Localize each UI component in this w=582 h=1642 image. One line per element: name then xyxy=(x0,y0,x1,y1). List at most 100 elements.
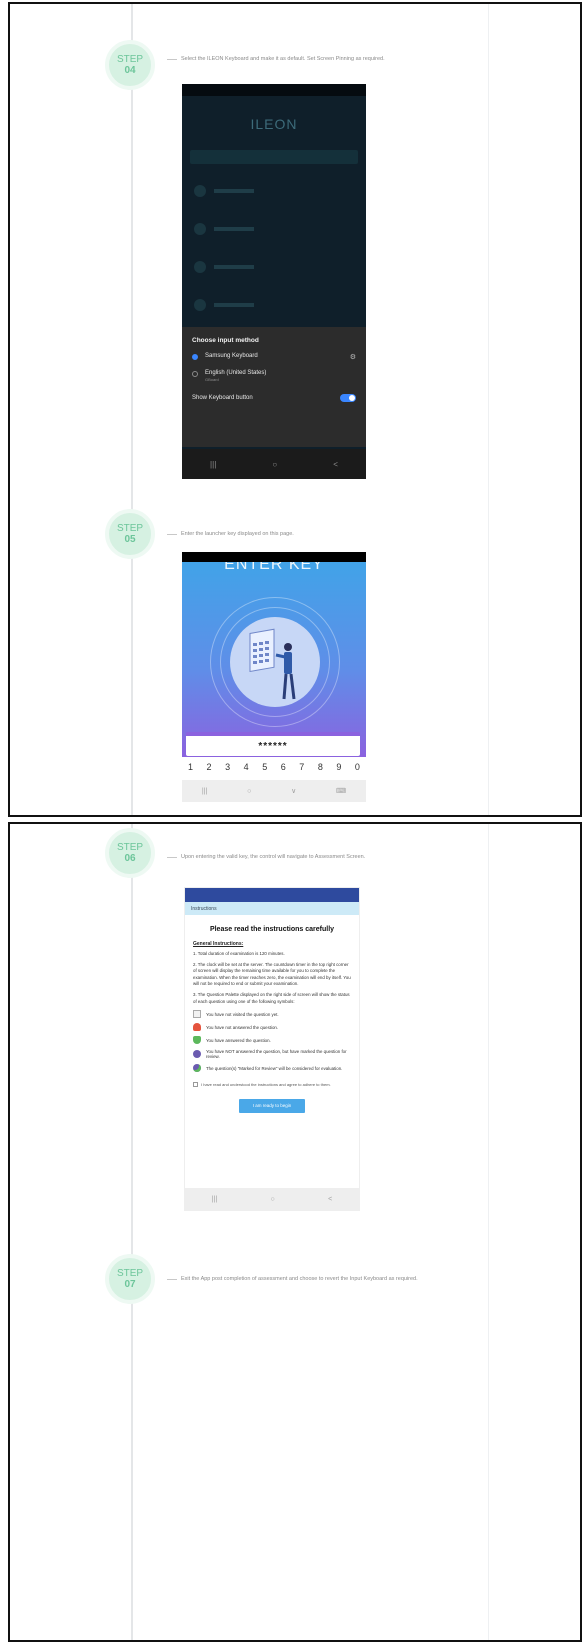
legend-text: The question(s) "Marked for Review" will… xyxy=(206,1065,343,1071)
home-icon[interactable]: ○ xyxy=(271,1196,275,1203)
step-05-text: Enter the launcher key displayed on this… xyxy=(167,531,461,539)
panel-steps-6-7: STEP 06 Upon entering the valid key, the… xyxy=(8,822,582,1642)
android-nav-bar: ||| ○ ∨ ⌨ xyxy=(182,780,366,802)
legend-row: You have NOT answered the question, but … xyxy=(193,1049,351,1059)
marked-review-icon xyxy=(193,1050,201,1059)
not-visited-icon xyxy=(193,1010,201,1019)
back-icon[interactable]: < xyxy=(333,460,338,469)
step-number: 06 xyxy=(124,853,136,864)
agree-checkbox-row[interactable]: I have read and understood the instructi… xyxy=(193,1082,351,1088)
option-label: English (United States) xyxy=(205,370,267,376)
keyboard-key[interactable]: 7 xyxy=(299,762,304,772)
option-label: Samsung Keyboard xyxy=(205,353,258,359)
instruction-item: 3. The Question Palette displayed on the… xyxy=(193,992,350,1004)
keyboard-key[interactable]: 6 xyxy=(281,762,286,772)
step-badge-04: STEP 04 xyxy=(105,40,155,90)
step-number: 07 xyxy=(124,1279,136,1290)
home-icon[interactable]: ○ xyxy=(247,788,251,795)
legend-row: The question(s) "Marked for Review" will… xyxy=(193,1064,351,1073)
person-keypad-illustration xyxy=(249,628,296,700)
answered-icon xyxy=(193,1036,201,1045)
recents-icon[interactable]: ||| xyxy=(202,788,207,795)
status-bar xyxy=(182,84,366,96)
radio-icon[interactable] xyxy=(192,371,198,377)
timeline-line xyxy=(131,824,133,1640)
keyboard-key[interactable]: 8 xyxy=(318,762,323,772)
legend-text: You have not visited the question yet. xyxy=(206,1011,279,1017)
step-label: STEP xyxy=(116,522,144,534)
phone-screenshot-instructions: Instructions Please read the instruction… xyxy=(184,887,360,1211)
step-number: 04 xyxy=(124,65,136,76)
option-sub: GBoard xyxy=(205,377,219,382)
enter-key-hero: ENTER KEY ****** xyxy=(182,562,366,757)
agree-checkbox[interactable] xyxy=(193,1082,198,1088)
hide-keyboard-icon[interactable]: ∨ xyxy=(291,787,296,795)
gear-icon[interactable]: ⚙ xyxy=(350,353,356,361)
app-banner xyxy=(190,150,358,164)
agree-label: I have read and understood the instructi… xyxy=(201,1082,331,1088)
legend-text: You have not answered the question. xyxy=(206,1024,279,1030)
step-badge-05: STEP 05 xyxy=(105,509,155,559)
step-badge-07: STEP 07 xyxy=(105,1254,155,1304)
input-method-dialog: Choose input method Samsung Keyboard ⚙ E… xyxy=(182,327,366,447)
option-english-us[interactable]: English (United States) GBoard xyxy=(192,370,356,382)
legend-row: You have not visited the question yet. xyxy=(193,1010,351,1019)
legend-text: You have answered the question. xyxy=(206,1037,271,1043)
launcher-key-input[interactable]: ****** xyxy=(186,732,360,756)
tab-instructions[interactable]: Instructions xyxy=(185,902,359,915)
status-bar xyxy=(182,552,366,562)
keyboard-key[interactable]: 1 xyxy=(188,762,193,772)
keyboard-key[interactable]: 5 xyxy=(262,762,267,772)
keyboard-switch-icon[interactable]: ⌨ xyxy=(336,787,346,795)
legend-text: You have NOT answered the question, but … xyxy=(206,1049,347,1060)
recents-icon[interactable]: ||| xyxy=(210,460,216,469)
instruction-item: 1. Total duration of examination is 120 … xyxy=(193,951,285,956)
dialog-title: Choose input method xyxy=(192,337,259,344)
radio-selected-icon[interactable] xyxy=(192,354,198,360)
legend-row: You have answered the question. xyxy=(193,1036,351,1045)
answered-marked-icon xyxy=(193,1064,201,1073)
show-keyboard-row[interactable]: Show Keyboard button xyxy=(192,394,356,402)
step-label: STEP xyxy=(116,53,144,65)
proceed-button[interactable]: I am ready to begin xyxy=(239,1099,305,1114)
instruction-item: 2. The clock will be set at the server. … xyxy=(193,961,351,987)
menu-row xyxy=(194,256,354,278)
keyboard-row: 1 2 3 4 5 6 7 8 9 0 xyxy=(188,760,360,774)
instructions-subtitle: General Instructions: xyxy=(193,941,244,947)
menu-row xyxy=(194,180,354,202)
rail-divider xyxy=(488,4,489,815)
menu-row xyxy=(194,218,354,240)
step-07-text: Exit the App post completion of assessme… xyxy=(167,1276,461,1284)
rail-divider xyxy=(488,824,489,1640)
legend-row: You have not answered the question. xyxy=(193,1023,351,1032)
app-header xyxy=(185,888,359,902)
keyboard-toggle[interactable] xyxy=(340,394,356,402)
home-icon[interactable]: ○ xyxy=(272,460,277,469)
panel-steps-4-5: STEP 04 Select the ILEON Keyboard and ma… xyxy=(8,2,582,817)
app-brand: ILEON xyxy=(250,116,298,132)
option-samsung-keyboard[interactable]: Samsung Keyboard ⚙ xyxy=(192,353,356,361)
phone-screenshot-keyboard-select: ILEON Choose input method Samsung Keyboa… xyxy=(182,84,366,479)
keyboard-key[interactable]: 2 xyxy=(207,762,212,772)
menu-row xyxy=(194,294,354,316)
instructions-title: Please read the instructions carefully xyxy=(209,926,335,933)
android-nav-bar: ||| ○ < xyxy=(185,1188,359,1210)
toggle-label: Show Keyboard button xyxy=(192,395,253,401)
keyboard-key[interactable]: 3 xyxy=(225,762,230,772)
keyboard-key[interactable]: 0 xyxy=(355,762,360,772)
hero-title: ENTER KEY xyxy=(224,562,324,573)
step-label: STEP xyxy=(116,841,144,853)
step-04-text: Select the ILEON Keyboard and make it as… xyxy=(167,56,461,64)
step-number: 05 xyxy=(124,534,136,545)
android-nav-bar: ||| ○ < xyxy=(182,449,366,479)
step-06-text: Upon entering the valid key, the control… xyxy=(167,854,461,862)
back-icon[interactable]: < xyxy=(328,1196,332,1203)
keyboard-key[interactable]: 9 xyxy=(336,762,341,772)
timeline-line xyxy=(131,4,133,815)
not-answered-icon xyxy=(193,1023,201,1032)
keyboard-key[interactable]: 4 xyxy=(244,762,249,772)
recents-icon[interactable]: ||| xyxy=(212,1196,217,1203)
step-label: STEP xyxy=(116,1267,144,1279)
phone-screenshot-enter-key: ENTER KEY ****** 1 2 3 4 5 6 7 8 9 0 ||| ○ ∨ ⌨ xyxy=(182,552,366,802)
instructions-body: Please read the instructions carefully G… xyxy=(185,915,359,1118)
